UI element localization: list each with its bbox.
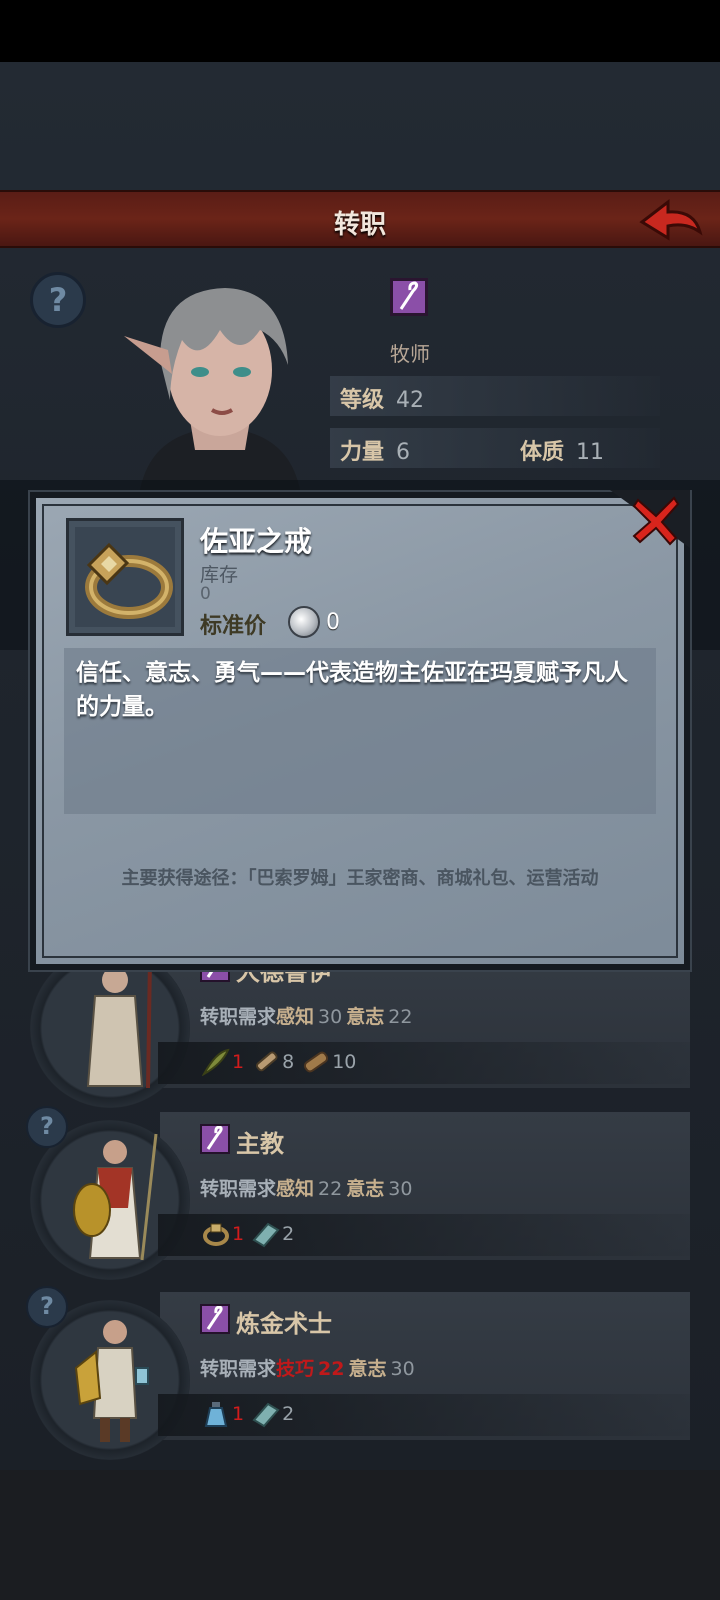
req2-attr: 意志 xyxy=(346,1006,385,1028)
ring-icon xyxy=(203,1223,229,1246)
job-materials-row: 1 2 xyxy=(158,1214,690,1256)
job-card-alchemist[interactable]: ? 炼金术士 转职需求技巧 22 意志 30 1 2 xyxy=(26,1286,690,1460)
log-icon xyxy=(304,1051,329,1073)
materials: 1 2 xyxy=(202,1400,300,1428)
alchemist-class-icon xyxy=(200,1304,230,1334)
stock-label: 库存 xyxy=(200,564,239,586)
great-druid-figure xyxy=(86,958,152,1088)
req1-value: 22 xyxy=(318,1178,343,1200)
req-label: 转职需求 xyxy=(200,1178,277,1200)
level-stat: 等级 42 xyxy=(340,382,424,414)
req-label: 转职需求 xyxy=(200,1358,277,1380)
req2-value: 22 xyxy=(388,1006,413,1028)
job-name: 主教 xyxy=(236,1130,284,1158)
job-materials-row: 1 8 10 xyxy=(158,1042,690,1084)
bishop-class-icon xyxy=(200,1124,230,1154)
material-count: 8 xyxy=(282,1051,295,1073)
page-title: 转职 xyxy=(333,210,386,240)
close-icon[interactable] xyxy=(630,494,682,546)
req2-attr: 意志 xyxy=(346,1178,385,1200)
req2-value: 30 xyxy=(388,1178,413,1200)
navigation-bar xyxy=(0,1470,720,1600)
strength-stat: 力量 6 xyxy=(340,434,410,466)
item-icon-frame xyxy=(66,518,184,636)
req-label: 转职需求 xyxy=(200,1006,277,1028)
job-requirements: 转职需求技巧 22 意志 30 xyxy=(200,1354,419,1381)
cloth-icon xyxy=(252,1222,280,1248)
character-portrait xyxy=(124,288,300,490)
strength-label: 力量 xyxy=(340,440,385,465)
req2-attr: 意志 xyxy=(348,1358,387,1380)
cloth-icon xyxy=(252,1402,280,1428)
strength-value: 6 xyxy=(396,440,411,465)
constitution-label: 体质 xyxy=(520,440,565,465)
material-count: 1 xyxy=(232,1051,245,1073)
bishop-figure xyxy=(73,1133,158,1261)
materials: 1 8 10 xyxy=(202,1048,362,1076)
class-name: 牧师 xyxy=(390,342,430,366)
req1-value: 30 xyxy=(318,1006,343,1028)
job-requirements: 转职需求感知 30 意志 22 xyxy=(200,1002,416,1029)
potion-icon xyxy=(204,1402,228,1427)
material-count: 2 xyxy=(282,1403,295,1425)
materials: 1 2 xyxy=(202,1220,300,1248)
req1-attr: 技巧 xyxy=(276,1358,315,1380)
job-materials-row: 1 2 xyxy=(158,1394,690,1436)
price-value: 0 xyxy=(326,610,340,635)
material-count: 10 xyxy=(332,1051,357,1073)
wood-bundle-icon xyxy=(256,1051,278,1072)
constitution-value: 11 xyxy=(576,440,605,465)
help-icon[interactable]: ? xyxy=(26,1106,68,1148)
material-count: 1 xyxy=(232,1403,245,1425)
item-name: 佐亚之戒 xyxy=(200,525,313,558)
job-card-bishop[interactable]: ? 主教 转职需求感知 22 意志 30 1 2 xyxy=(26,1106,690,1280)
stock-value: 0 xyxy=(200,584,211,604)
price-label: 标准价 xyxy=(200,614,267,639)
help-icon[interactable]: ? xyxy=(30,272,86,328)
item-detail-popup: 佐亚之戒 库存 0 标准价 0 信任、意志、勇气——代表造物主佐亚在玛夏赋予凡人… xyxy=(28,490,692,972)
herb-icon xyxy=(202,1048,230,1076)
ring-icon xyxy=(85,542,173,619)
req2-value: 30 xyxy=(390,1358,415,1380)
status-bar xyxy=(0,0,720,62)
item-description: 信任、意志、勇气——代表造物主佐亚在玛夏赋予凡人的力量。 xyxy=(76,660,628,720)
back-arrow-icon[interactable] xyxy=(638,198,704,244)
req1-value: 22 xyxy=(318,1358,345,1380)
req1-attr: 感知 xyxy=(276,1178,315,1200)
constitution-stat: 体质 11 xyxy=(520,434,604,466)
material-count: 2 xyxy=(282,1223,295,1245)
priest-class-icon xyxy=(390,278,428,316)
item-source: 主要获得途径：「巴索罗姆」王家密商、商城礼包、运营活动 xyxy=(121,868,599,889)
level-value: 42 xyxy=(396,388,425,413)
job-requirements: 转职需求感知 22 意志 30 xyxy=(200,1174,416,1201)
job-name: 炼金术士 xyxy=(236,1310,332,1338)
help-icon[interactable]: ? xyxy=(26,1286,68,1328)
material-count: 1 xyxy=(232,1223,245,1245)
level-label: 等级 xyxy=(340,388,385,413)
alchemist-figure xyxy=(74,1320,149,1442)
req1-attr: 感知 xyxy=(276,1006,315,1028)
title-bar: 转职 xyxy=(0,190,720,248)
silver-coin-icon xyxy=(288,606,320,638)
